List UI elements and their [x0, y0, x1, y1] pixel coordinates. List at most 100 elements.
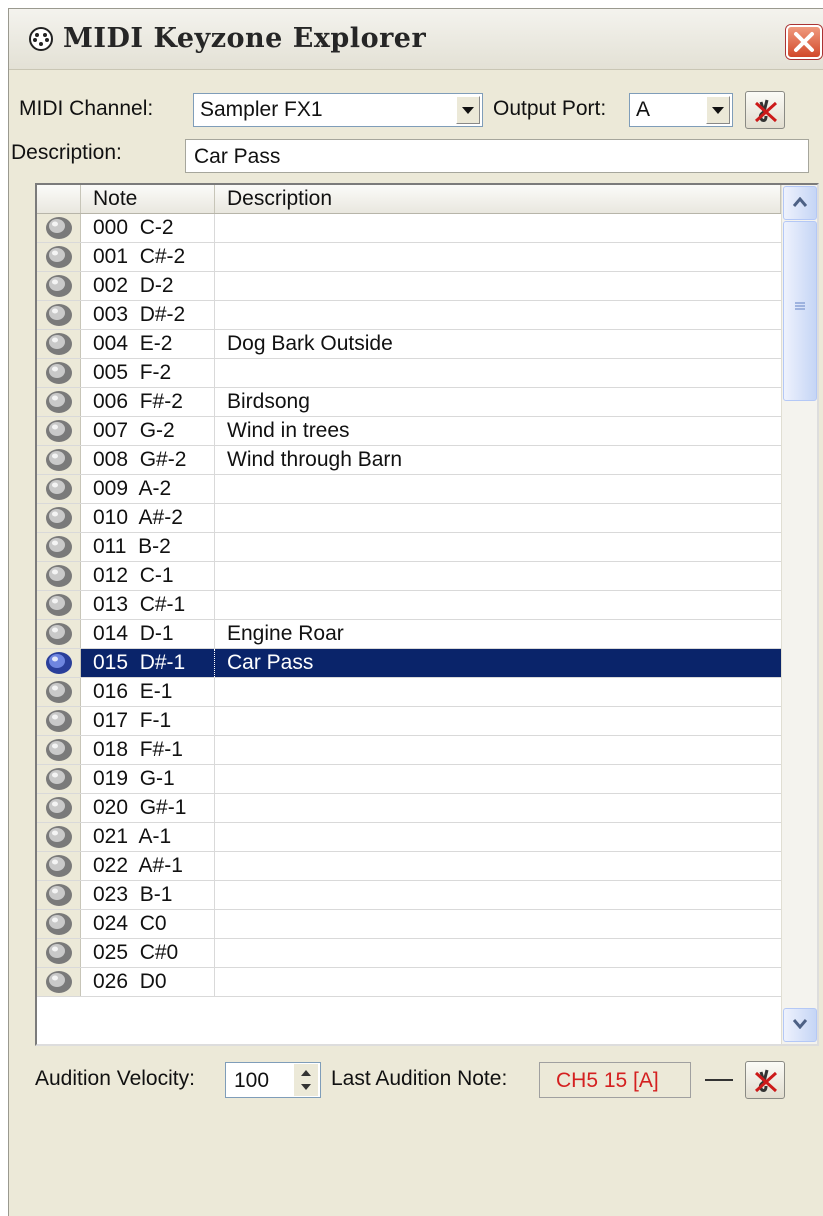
speaker-icon-cell[interactable]: [37, 707, 81, 735]
description-cell[interactable]: [215, 533, 781, 561]
velocity-up-button[interactable]: [294, 1064, 318, 1080]
note-cell[interactable]: 001 C#-2: [81, 243, 215, 271]
description-cell[interactable]: [215, 272, 781, 300]
mute-all-button[interactable]: [745, 91, 785, 129]
output-port-dropdown-button[interactable]: [706, 96, 730, 124]
table-row[interactable]: 001 C#-2: [37, 243, 781, 272]
note-cell[interactable]: 026 D0: [81, 968, 215, 996]
midi-channel-select[interactable]: Sampler FX1: [193, 93, 483, 127]
description-cell[interactable]: [215, 678, 781, 706]
note-cell[interactable]: 021 A-1: [81, 823, 215, 851]
note-cell[interactable]: 020 G#-1: [81, 794, 215, 822]
description-cell[interactable]: [215, 881, 781, 909]
speaker-icon-cell[interactable]: [37, 417, 81, 445]
speaker-icon-cell[interactable]: [37, 533, 81, 561]
description-cell[interactable]: Car Pass: [215, 649, 781, 677]
title-bar[interactable]: MIDI Keyzone Explorer: [9, 9, 823, 70]
table-row[interactable]: 000 C-2: [37, 214, 781, 243]
description-cell[interactable]: [215, 214, 781, 242]
table-row[interactable]: 023 B-1: [37, 881, 781, 910]
speaker-icon-cell[interactable]: [37, 620, 81, 648]
speaker-icon-cell[interactable]: [37, 359, 81, 387]
note-cell[interactable]: 022 A#-1: [81, 852, 215, 880]
speaker-icon-cell[interactable]: [37, 330, 81, 358]
table-row[interactable]: 022 A#-1: [37, 852, 781, 881]
note-cell[interactable]: 008 G#-2: [81, 446, 215, 474]
speaker-icon-cell[interactable]: [37, 272, 81, 300]
note-cell[interactable]: 025 C#0: [81, 939, 215, 967]
speaker-icon-cell[interactable]: [37, 939, 81, 967]
close-button[interactable]: [786, 25, 822, 59]
description-cell[interactable]: [215, 765, 781, 793]
description-cell[interactable]: [215, 968, 781, 996]
table-row[interactable]: 004 E-2 Dog Bark Outside: [37, 330, 781, 359]
description-cell[interactable]: [215, 243, 781, 271]
note-cell[interactable]: 004 E-2: [81, 330, 215, 358]
description-cell[interactable]: [215, 910, 781, 938]
speaker-icon-cell[interactable]: [37, 243, 81, 271]
speaker-icon-cell[interactable]: [37, 765, 81, 793]
speaker-icon-cell[interactable]: [37, 881, 81, 909]
table-row[interactable]: 015 D#-1 Car Pass: [37, 649, 781, 678]
table-row[interactable]: 018 F#-1: [37, 736, 781, 765]
note-cell[interactable]: 007 G-2: [81, 417, 215, 445]
table-row[interactable]: 019 G-1: [37, 765, 781, 794]
note-cell[interactable]: 023 B-1: [81, 881, 215, 909]
description-field[interactable]: Car Pass: [185, 139, 809, 173]
header-icon-column[interactable]: [37, 185, 81, 213]
note-cell[interactable]: 003 D#-2: [81, 301, 215, 329]
description-cell[interactable]: Engine Roar: [215, 620, 781, 648]
description-cell[interactable]: [215, 504, 781, 532]
note-cell[interactable]: 019 G-1: [81, 765, 215, 793]
speaker-icon-cell[interactable]: [37, 475, 81, 503]
speaker-icon-cell[interactable]: [37, 562, 81, 590]
scroll-down-button[interactable]: [783, 1008, 817, 1042]
table-row[interactable]: 011 B-2: [37, 533, 781, 562]
speaker-icon-cell[interactable]: [37, 649, 81, 677]
table-row[interactable]: 014 D-1 Engine Roar: [37, 620, 781, 649]
description-cell[interactable]: [215, 852, 781, 880]
note-cell[interactable]: 005 F-2: [81, 359, 215, 387]
table-row[interactable]: 003 D#-2: [37, 301, 781, 330]
table-row[interactable]: 025 C#0: [37, 939, 781, 968]
description-cell[interactable]: [215, 591, 781, 619]
description-cell[interactable]: [215, 939, 781, 967]
description-cell[interactable]: [215, 301, 781, 329]
vertical-scrollbar[interactable]: [781, 185, 817, 1044]
table-row[interactable]: 007 G-2 Wind in trees: [37, 417, 781, 446]
table-row[interactable]: 026 D0: [37, 968, 781, 997]
description-cell[interactable]: [215, 707, 781, 735]
speaker-icon-cell[interactable]: [37, 214, 81, 242]
speaker-icon-cell[interactable]: [37, 678, 81, 706]
description-cell[interactable]: Dog Bark Outside: [215, 330, 781, 358]
speaker-icon-cell[interactable]: [37, 504, 81, 532]
scroll-thumb[interactable]: [783, 221, 817, 401]
speaker-icon-cell[interactable]: [37, 852, 81, 880]
table-row[interactable]: 013 C#-1: [37, 591, 781, 620]
note-cell[interactable]: 015 D#-1: [81, 649, 215, 677]
note-cell[interactable]: 000 C-2: [81, 214, 215, 242]
header-description[interactable]: Description: [215, 185, 781, 213]
note-cell[interactable]: 016 E-1: [81, 678, 215, 706]
note-cell[interactable]: 024 C0: [81, 910, 215, 938]
table-row[interactable]: 010 A#-2: [37, 504, 781, 533]
note-cell[interactable]: 018 F#-1: [81, 736, 215, 764]
audition-velocity-spinner[interactable]: 100: [225, 1062, 321, 1098]
table-row[interactable]: 012 C-1: [37, 562, 781, 591]
table-row[interactable]: 020 G#-1: [37, 794, 781, 823]
note-cell[interactable]: 014 D-1: [81, 620, 215, 648]
speaker-icon-cell[interactable]: [37, 591, 81, 619]
note-cell[interactable]: 011 B-2: [81, 533, 215, 561]
speaker-icon-cell[interactable]: [37, 823, 81, 851]
table-row[interactable]: 024 C0: [37, 910, 781, 939]
speaker-icon-cell[interactable]: [37, 736, 81, 764]
table-row[interactable]: 021 A-1: [37, 823, 781, 852]
table-row[interactable]: 005 F-2: [37, 359, 781, 388]
speaker-icon-cell[interactable]: [37, 794, 81, 822]
description-cell[interactable]: [215, 736, 781, 764]
scroll-up-button[interactable]: [783, 186, 817, 220]
note-cell[interactable]: 010 A#-2: [81, 504, 215, 532]
description-cell[interactable]: [215, 794, 781, 822]
note-cell[interactable]: 009 A-2: [81, 475, 215, 503]
description-cell[interactable]: Wind in trees: [215, 417, 781, 445]
